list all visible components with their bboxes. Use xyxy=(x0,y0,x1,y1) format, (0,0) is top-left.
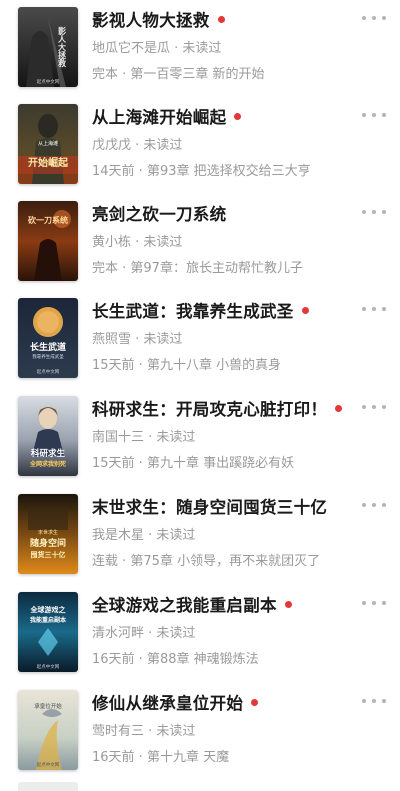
book-item[interactable]: 长生武道 我靠养生成武圣 起点中文网 长生武道：我靠养生成武圣 燕照雪 · 未读… xyxy=(0,298,400,384)
unread-dot xyxy=(234,112,242,120)
cover-title: 开始崛起 xyxy=(28,156,69,169)
book-title[interactable]: 从上海滩开始崛起 xyxy=(92,104,226,128)
book-cover[interactable]: 砍一刀系统 xyxy=(18,201,78,281)
book-item[interactable]: 承皇位开始 起点中文网 修仙从继承皇位开始 莺时有三 · 未读过 16天前 · … xyxy=(0,690,400,776)
cover-title: 砍一刀系统 xyxy=(28,215,68,225)
book-meta: 莺时有三 · 未读过 xyxy=(92,724,196,739)
cover-footer: 起点中文网 xyxy=(37,761,60,768)
more-options-icon[interactable] xyxy=(362,692,386,710)
cover-top: 末世求生 xyxy=(38,529,58,536)
book-item[interactable]: 砍一刀系统 亮剑之砍一刀系统 黄小栋 · 未读过 完本 · 第97章：旅长主动帮… xyxy=(0,201,400,287)
book-meta: 地瓜它不是瓜 · 未读过 xyxy=(92,41,222,56)
book-progress: 连载 · 第75章 小领导，再不来就团灭了 xyxy=(92,554,321,569)
unread-dot xyxy=(217,15,225,23)
book-info: 亮剑之砍一刀系统 黄小栋 · 未读过 完本 · 第97章：旅长主动帮忙教儿子 xyxy=(92,201,356,276)
book-cover[interactable]: 全球游戏之 我能重启副本 起点中文网 xyxy=(18,592,78,672)
cover-image: 末世求生 随身空间 囤货三十亿 xyxy=(18,494,78,574)
book-info: 长生武道：我靠养生成武圣 燕照雪 · 未读过 15天前 · 第九十八章 小兽的真… xyxy=(92,298,356,373)
book-cover[interactable]: 长生武道 我靠养生成武圣 起点中文网 xyxy=(18,298,78,378)
book-title[interactable]: 末世求生：随身空间囤货三十亿 xyxy=(92,494,327,518)
cover-footer: 起点中文网 xyxy=(37,368,60,375)
book-item[interactable]: 影人大拯救 起点中文网 影视人物大拯救 地瓜它不是瓜 · 未读过 完本 · 第一… xyxy=(0,7,400,93)
book-meta: 燕照雪 · 未读过 xyxy=(92,332,183,347)
cover-sub: 我能重启副本 xyxy=(30,616,67,624)
next-book-cover-partial xyxy=(18,782,78,791)
cover-image: 从上海滩 开始崛起 xyxy=(18,104,78,184)
book-cover[interactable]: 影人大拯救 起点中文网 xyxy=(18,7,78,87)
cover-image: 承皇位开始 起点中文网 xyxy=(18,690,78,770)
cover-sub: 我靠养生成武圣 xyxy=(32,353,64,360)
book-progress: 15天前 · 第九十八章 小兽的真身 xyxy=(92,358,282,373)
more-options-icon[interactable] xyxy=(362,106,386,124)
book-title[interactable]: 修仙从继承皇位开始 xyxy=(92,690,243,714)
cover-image: 科研求生 全网求我别死 xyxy=(18,396,78,476)
cover-title: 长生武道 xyxy=(30,341,66,353)
cover-title: 随身空间 xyxy=(30,537,66,549)
book-item[interactable]: 从上海滩 开始崛起 从上海滩开始崛起 戊戊戊 · 未读过 14天前 · 第93章… xyxy=(0,104,400,190)
book-title[interactable]: 全球游戏之我能重启副本 xyxy=(92,592,277,616)
cover-image: 影人大拯救 起点中文网 xyxy=(18,7,78,87)
book-item[interactable]: 全球游戏之 我能重启副本 起点中文网 全球游戏之我能重启副本 清水河畔 · 未读… xyxy=(0,592,400,678)
cover-title: 全球游戏之 xyxy=(30,605,66,614)
book-cover[interactable]: 科研求生 全网求我别死 xyxy=(18,396,78,476)
book-progress: 15天前 · 第九十章 事出蹊跷必有妖 xyxy=(92,456,295,471)
book-meta: 黄小栋 · 未读过 xyxy=(92,235,183,250)
unread-dot xyxy=(301,306,309,314)
book-meta: 南国十三 · 未读过 xyxy=(92,430,196,445)
unread-dot xyxy=(251,698,259,706)
book-item[interactable]: 末世求生 随身空间 囤货三十亿 末世求生：随身空间囤货三十亿 我是木星 · 未读… xyxy=(0,494,400,580)
cover-image: 全球游戏之 我能重启副本 起点中文网 xyxy=(18,592,78,672)
cover-footer: 起点中文网 xyxy=(37,663,60,670)
book-progress: 16天前 · 第十九章 天魔 xyxy=(92,750,230,765)
book-progress: 14天前 · 第93章 把选择权交给三大亨 xyxy=(92,164,311,179)
unread-dot xyxy=(335,404,343,412)
more-options-icon[interactable] xyxy=(362,9,386,27)
book-info: 科研求生：开局攻克心脏打印！ 南国十三 · 未读过 15天前 · 第九十章 事出… xyxy=(92,396,356,471)
more-options-icon[interactable] xyxy=(362,594,386,612)
book-title[interactable]: 亮剑之砍一刀系统 xyxy=(92,201,226,225)
book-info: 全球游戏之我能重启副本 清水河畔 · 未读过 16天前 · 第88章 神魂锻炼法 xyxy=(92,592,356,667)
book-title[interactable]: 长生武道：我靠养生成武圣 xyxy=(92,298,294,322)
cover-title: 影人大拯救 xyxy=(57,26,67,68)
book-info: 影视人物大拯救 地瓜它不是瓜 · 未读过 完本 · 第一百零三章 新的开始 xyxy=(92,7,356,82)
cover-image: 长生武道 我靠养生成武圣 起点中文网 xyxy=(18,298,78,378)
book-title[interactable]: 影视人物大拯救 xyxy=(92,7,210,31)
book-title[interactable]: 科研求生：开局攻克心脏打印！ xyxy=(92,396,327,420)
more-options-icon[interactable] xyxy=(362,398,386,416)
book-meta: 我是木星 · 未读过 xyxy=(92,528,196,543)
cover-top: 从上海滩 xyxy=(38,140,58,147)
cover-title: 承皇位开始 xyxy=(34,702,62,710)
cover-sub: 囤货三十亿 xyxy=(31,550,66,559)
cover-title: 科研求生 xyxy=(31,448,66,459)
book-item[interactable]: 科研求生 全网求我别死 科研求生：开局攻克心脏打印！ 南国十三 · 未读过 15… xyxy=(0,396,400,482)
book-progress: 完本 · 第97章：旅长主动帮忙教儿子 xyxy=(92,261,303,276)
book-progress: 16天前 · 第88章 神魂锻炼法 xyxy=(92,652,259,667)
more-options-icon[interactable] xyxy=(362,203,386,221)
cover-footer: 起点中文网 xyxy=(37,78,60,85)
unread-dot xyxy=(284,600,292,608)
cover-sub: 全网求我别死 xyxy=(29,460,66,468)
book-meta: 戊戊戊 · 未读过 xyxy=(92,138,183,153)
book-cover[interactable]: 末世求生 随身空间 囤货三十亿 xyxy=(18,494,78,574)
more-options-icon[interactable] xyxy=(362,496,386,514)
more-options-icon[interactable] xyxy=(362,300,386,318)
book-info: 修仙从继承皇位开始 莺时有三 · 未读过 16天前 · 第十九章 天魔 xyxy=(92,690,356,765)
book-cover[interactable]: 从上海滩 开始崛起 xyxy=(18,104,78,184)
book-info: 末世求生：随身空间囤货三十亿 我是木星 · 未读过 连载 · 第75章 小领导，… xyxy=(92,494,356,569)
book-meta: 清水河畔 · 未读过 xyxy=(92,626,196,641)
book-progress: 完本 · 第一百零三章 新的开始 xyxy=(92,67,265,82)
book-info: 从上海滩开始崛起 戊戊戊 · 未读过 14天前 · 第93章 把选择权交给三大亨 xyxy=(92,104,356,179)
cover-image: 砍一刀系统 xyxy=(18,201,78,281)
book-cover[interactable]: 承皇位开始 起点中文网 xyxy=(18,690,78,770)
